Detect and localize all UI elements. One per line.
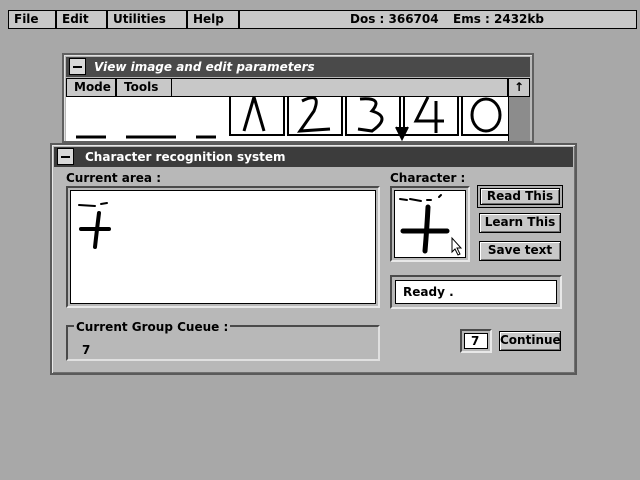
- menu-utilities[interactable]: Utilities: [107, 10, 187, 29]
- view-image-titlebar: View image and edit parameters: [66, 57, 530, 77]
- status-field: Ready .: [395, 280, 557, 304]
- character-label: Character :: [390, 171, 466, 185]
- tools-menu[interactable]: Tools: [116, 78, 172, 97]
- document-image[interactable]: [66, 97, 508, 141]
- continue-button[interactable]: Continue: [499, 331, 561, 351]
- menu-bar: File Edit Utilities Help Dos : 366704 Em…: [0, 0, 640, 30]
- view-image-close-button[interactable]: [69, 58, 86, 75]
- memory-status-bar: Dos : 366704 Ems : 2432kb: [239, 10, 637, 29]
- char-input[interactable]: 7: [464, 333, 488, 349]
- group-cueue-label: Current Group Cueue :: [74, 320, 231, 334]
- menu-edit[interactable]: Edit: [56, 10, 107, 29]
- view-scrollbar-track[interactable]: [508, 97, 530, 141]
- dialog-close-button[interactable]: [57, 148, 74, 165]
- current-area-canvas[interactable]: [70, 190, 376, 304]
- character-glyph: [399, 194, 463, 256]
- save-text-button[interactable]: Save text: [479, 241, 561, 261]
- view-image-window: View image and edit parameters Mode Tool…: [62, 53, 534, 143]
- group-cueue-value: 7: [82, 343, 91, 357]
- ems-memory: Ems : 2432kb: [453, 12, 544, 26]
- handwritten-digits-image: [76, 97, 508, 141]
- menu-file[interactable]: File: [8, 10, 56, 29]
- view-menubar-filler: [172, 78, 508, 97]
- dialog-titlebar: Character recognition system: [54, 147, 573, 167]
- character-recognition-dialog: Character recognition system Current are…: [50, 143, 577, 375]
- menu-help[interactable]: Help: [187, 10, 239, 29]
- status-frame: Ready .: [390, 275, 562, 309]
- mode-menu[interactable]: Mode: [66, 78, 116, 97]
- read-this-button[interactable]: Read This: [480, 188, 560, 205]
- read-this-button-frame: Read This: [477, 185, 563, 208]
- learn-this-button[interactable]: Learn This: [479, 213, 561, 233]
- character-frame: [390, 186, 470, 262]
- view-image-title: View image and edit parameters: [94, 60, 315, 74]
- current-area-glyph: [78, 202, 111, 249]
- character-preview: [394, 190, 466, 258]
- dos-memory: Dos : 366704: [350, 12, 439, 26]
- current-area-frame: [66, 186, 380, 308]
- current-area-label: Current area :: [66, 171, 162, 185]
- scroll-up-button[interactable]: ↑: [508, 78, 530, 97]
- char-input-frame: 7: [460, 329, 492, 353]
- dialog-title: Character recognition system: [85, 150, 286, 164]
